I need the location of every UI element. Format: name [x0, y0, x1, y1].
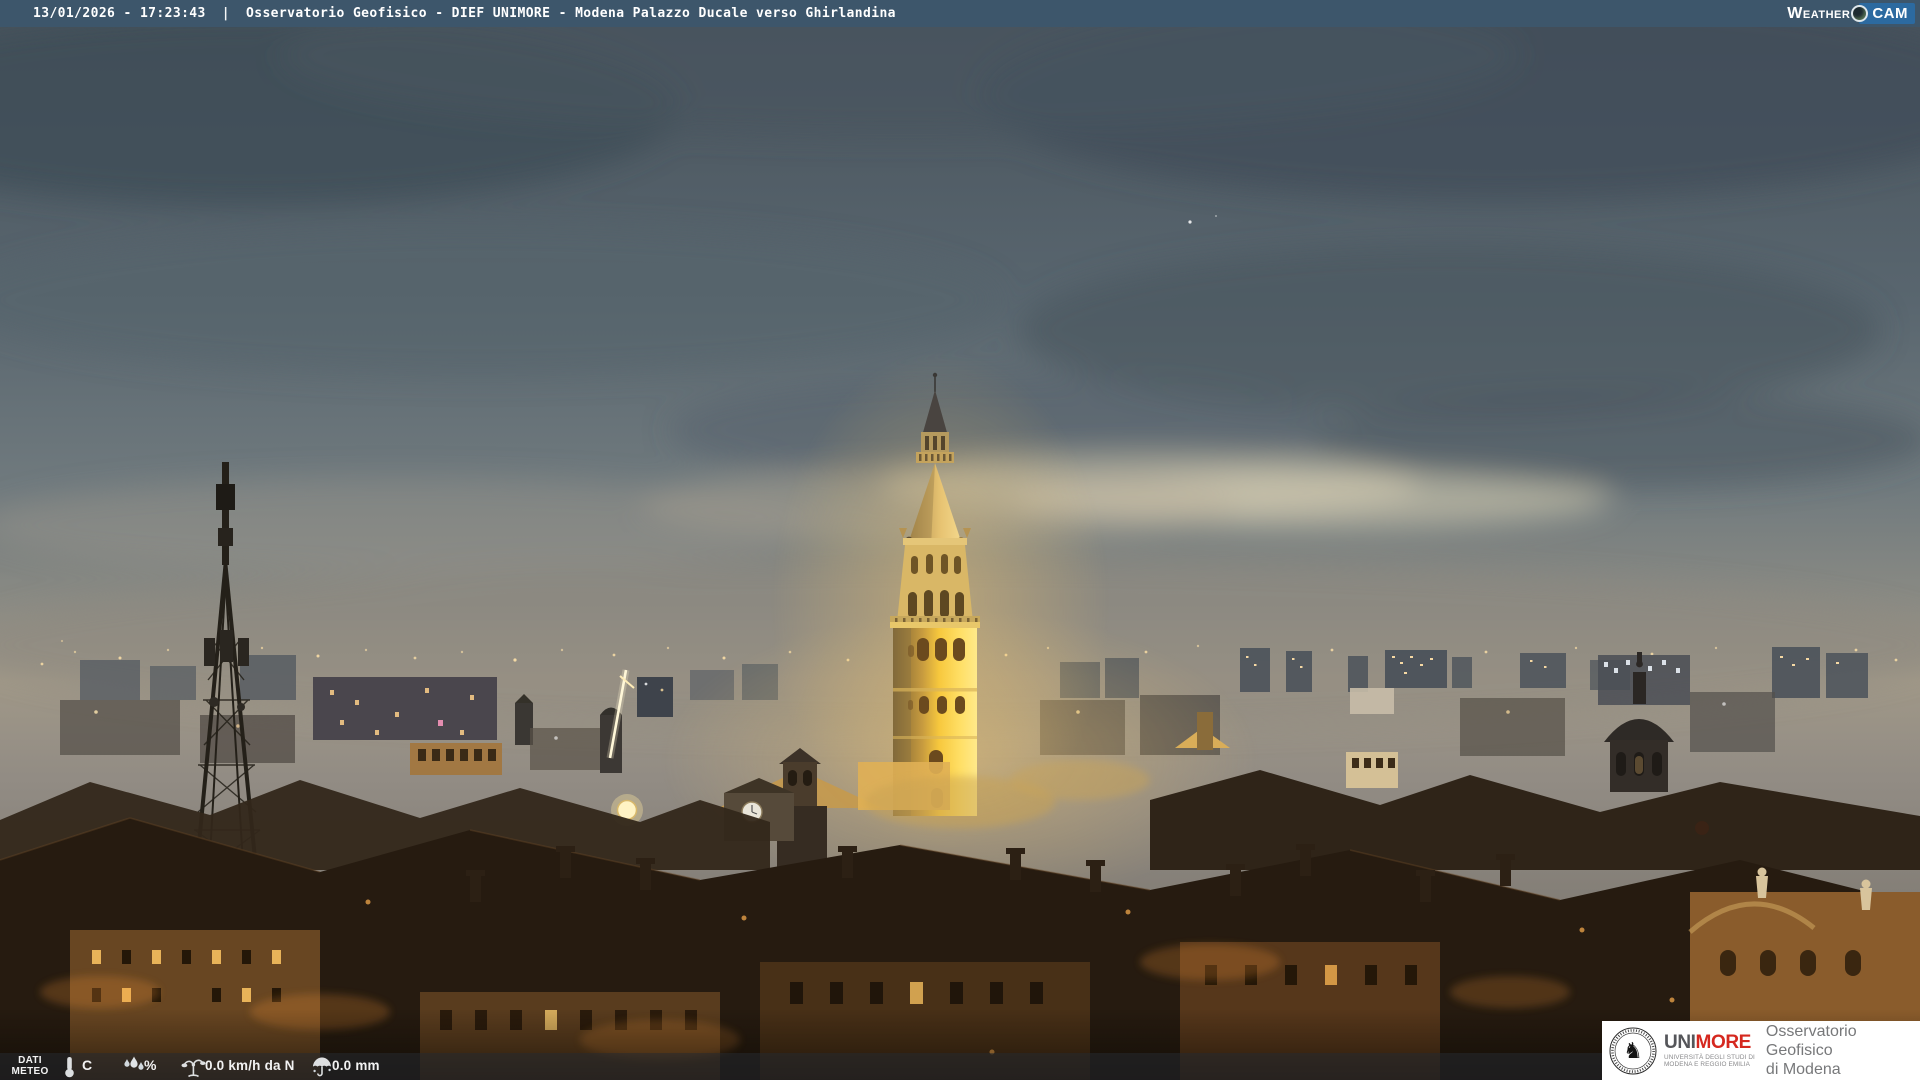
camera-title: Osservatorio Geofisico - DIEF UNIMORE - …: [246, 6, 896, 21]
svg-text:♞: ♞: [1623, 1039, 1643, 1064]
unimore-wordmark: UNIMORE UNIVERSITÀ DEGLI STUDI DI MODENA…: [1664, 1033, 1755, 1068]
wind-value: 0.0 km/h da N: [205, 1058, 295, 1073]
unimore-more-text: MORE: [1695, 1031, 1752, 1053]
weathercam-logo-box: CAM: [1851, 3, 1915, 24]
observatory-name-line1: Osservatorio Geofisico: [1765, 1023, 1857, 1059]
weathercam-logo-weather-text: Weather: [1787, 4, 1851, 22]
observatory-name-line2: di Modena: [1765, 1061, 1841, 1078]
weathercam-logo: Weather CAM: [1787, 2, 1915, 25]
university-name-line2: MODENA E REGGIO EMILIA: [1664, 1061, 1751, 1068]
webcam-photo-modena-skyline: [0, 0, 1920, 1080]
unimore-logo-box: ♞ UNIMORE UNIVERSITÀ DEGLI STUDI DI MODE…: [1602, 1021, 1920, 1080]
unimore-seal-knight-icon: ♞: [1609, 1027, 1657, 1075]
weathercam-logo-cam-text: CAM: [1872, 5, 1908, 22]
humidity-unit: %: [144, 1057, 157, 1073]
observatory-name: Osservatorio Geofisico di Modena: [1766, 1022, 1920, 1079]
umbrella-icon: [313, 1057, 331, 1077]
header-separator: |: [221, 6, 230, 21]
header-bar: 13/01/2026 - 17:23:43 | Osservatorio Geo…: [0, 0, 1920, 27]
weather-data-label: DATI METEO: [11, 1055, 49, 1077]
camera-lens-icon: [1851, 5, 1869, 22]
webcam-frame: 13/01/2026 - 17:23:43 | Osservatorio Geo…: [0, 0, 1920, 1080]
anemometer-icon: [181, 1059, 206, 1078]
thermometer-icon: [65, 1057, 74, 1078]
university-name-line1: UNIVERSITÀ DEGLI STUDI DI: [1664, 1053, 1755, 1061]
rain-value: 0.0 mm: [332, 1058, 380, 1073]
temperature-unit: C: [82, 1057, 93, 1073]
timestamp: 13/01/2026 - 17:23:43: [33, 6, 206, 21]
sky-star: [1188, 220, 1192, 224]
unimore-uni-text: UNI: [1664, 1031, 1696, 1053]
